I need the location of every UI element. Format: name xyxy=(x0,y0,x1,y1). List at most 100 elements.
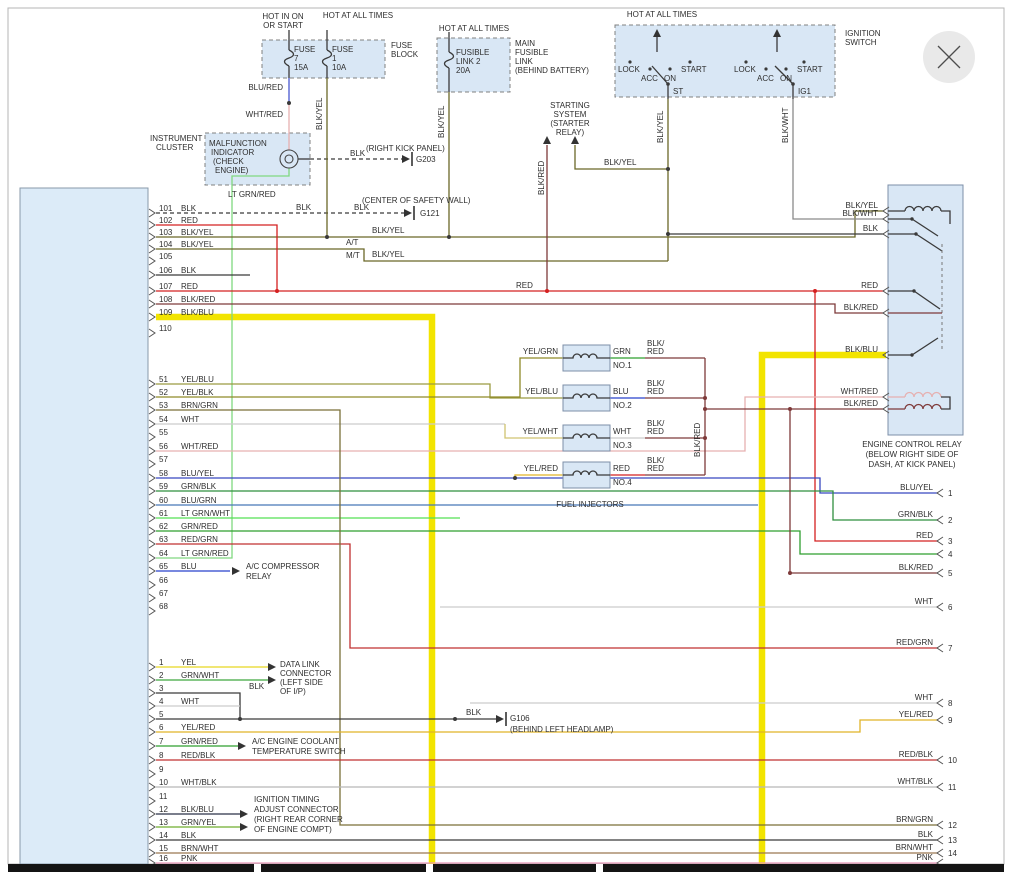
pin-number: 10 xyxy=(948,756,957,765)
mil-label: (CHECK xyxy=(213,157,244,166)
pin-number: 3 xyxy=(159,684,164,693)
instrument-cluster-label: INSTRUMENT xyxy=(150,134,203,143)
pin-number: 62 xyxy=(159,522,168,531)
wire-label: PNK xyxy=(917,853,934,862)
wire-label: BLK xyxy=(249,682,265,691)
wire-label: PNK xyxy=(181,854,198,863)
wire-label: BLK/YEL xyxy=(372,226,405,235)
wire-label: BLK xyxy=(863,224,879,233)
wire-label: YEL/RED xyxy=(899,710,933,719)
wire-label: WHT/RED xyxy=(841,387,879,396)
switch-terminal-label: IG1 xyxy=(798,87,811,96)
starter-label: (STARTER xyxy=(550,119,589,128)
close-button[interactable] xyxy=(923,31,975,83)
switch-position-label: START xyxy=(797,65,823,74)
wire-label: GRN/RED xyxy=(181,522,218,531)
wire-label: BLK/BLU xyxy=(181,308,214,317)
wire-label: BLK/YEL xyxy=(656,110,665,143)
wiring-diagram-viewer: 101BLK102RED103BLK/YEL104BLK/YEL105106BL… xyxy=(0,0,1012,872)
pin-number: 13 xyxy=(159,818,168,827)
wire-label: LT GRN/RED xyxy=(228,190,276,199)
pin-number: 12 xyxy=(159,805,168,814)
starter-label: RELAY) xyxy=(556,128,585,137)
injector-number: NO.2 xyxy=(613,401,632,410)
wire-label: RED xyxy=(647,427,664,436)
wire-label: WHT/RED xyxy=(181,442,219,451)
pin-number: 9 xyxy=(159,765,164,774)
annotation: OF ENGINE COMPT) xyxy=(254,825,332,834)
annotation: CONNECTOR xyxy=(280,669,332,678)
fusible-link-note: FUSIBLE xyxy=(515,48,548,57)
pin-number: 53 xyxy=(159,401,168,410)
fuse-block-label: FUSE xyxy=(391,41,412,50)
pin-number: 12 xyxy=(948,821,957,830)
wire-label: WHT xyxy=(181,415,199,424)
power-feed-label: HOT AT ALL TIMES xyxy=(439,24,509,33)
wire-label: GRN/BLK xyxy=(898,510,934,519)
pin-number: 57 xyxy=(159,455,168,464)
wire-label: BLK/RED xyxy=(693,423,702,457)
pin-number: 110 xyxy=(159,324,172,333)
wire-label: RED xyxy=(613,464,630,473)
pin-number: 1 xyxy=(948,489,953,498)
annotation: OF I/P) xyxy=(280,687,306,696)
fuse-label: 10A xyxy=(332,63,347,72)
pin-number: 6 xyxy=(948,603,953,612)
wire-label: RED xyxy=(181,216,198,225)
pin-number: 63 xyxy=(159,535,168,544)
pin-number: 8 xyxy=(159,751,164,760)
pin-number: 65 xyxy=(159,562,168,571)
pin-number: 109 xyxy=(159,308,173,317)
switch-position-label: LOCK xyxy=(618,65,640,74)
pin-number: 102 xyxy=(159,216,173,225)
switch-position-label: ACC xyxy=(757,74,774,83)
pin-number: 64 xyxy=(159,549,168,558)
wire-label: YEL/BLU xyxy=(181,375,214,384)
pin-number: 66 xyxy=(159,576,168,585)
pin-number: 58 xyxy=(159,469,168,478)
wire-label: WHT xyxy=(613,427,631,436)
wire-label: BLK/RED xyxy=(899,563,933,572)
pin-number: 6 xyxy=(159,723,164,732)
switch-position-label: LOCK xyxy=(734,65,756,74)
wire-label: BLK xyxy=(181,204,197,213)
fusible-link-label: FUSIBLE xyxy=(456,48,489,57)
pin-number: 10 xyxy=(159,778,168,787)
power-feed-label: HOT AT ALL TIMES xyxy=(323,11,393,20)
fusible-link-label: LINK 2 xyxy=(456,57,481,66)
ground-note: (BEHIND LEFT HEADLAMP) xyxy=(510,725,614,734)
transmission-label: A/T xyxy=(346,238,359,247)
wire-label: BLK/BLU xyxy=(845,345,878,354)
wire-label: RED xyxy=(647,464,664,473)
pin-number: 2 xyxy=(159,671,164,680)
wire-label: YEL/GRN xyxy=(523,347,558,356)
pin-number: 11 xyxy=(159,792,168,801)
ground-note: (CENTER OF SAFETY WALL) xyxy=(362,196,471,205)
fuse-block-label: BLOCK xyxy=(391,50,419,59)
pin-number: 4 xyxy=(948,550,953,559)
wire-label: BLU/RED xyxy=(248,83,283,92)
pin-number: 11 xyxy=(948,783,957,792)
ignition-switch-label: SWITCH xyxy=(845,38,877,47)
annotation: (LEFT SIDE xyxy=(280,678,323,687)
pin-number: 7 xyxy=(159,737,164,746)
wire-label: GRN/YEL xyxy=(181,818,217,827)
annotation: IGNITION TIMING xyxy=(254,795,320,804)
ground-name: G121 xyxy=(420,209,440,218)
wire-label: RED/GRN xyxy=(896,638,933,647)
wire-label: BLK/RED xyxy=(181,295,215,304)
wire-label: BLK/WHT xyxy=(842,209,878,218)
wire-label: GRN xyxy=(613,347,631,356)
pin-number: 7 xyxy=(948,644,953,653)
pin-number: 61 xyxy=(159,509,168,518)
injector-number: NO.3 xyxy=(613,441,632,450)
switch-position-label: ON xyxy=(780,74,792,83)
wire-label: BLK xyxy=(350,149,366,158)
wire-label: GRN/WHT xyxy=(181,671,219,680)
fuse-label: 7 xyxy=(294,54,299,63)
wire-label: BLK/RED xyxy=(537,161,546,195)
wire-label: BLK/YEL xyxy=(372,250,405,259)
wire-label: WHT/BLK xyxy=(897,777,933,786)
pin-number: 16 xyxy=(159,854,168,863)
pin-number: 67 xyxy=(159,589,168,598)
